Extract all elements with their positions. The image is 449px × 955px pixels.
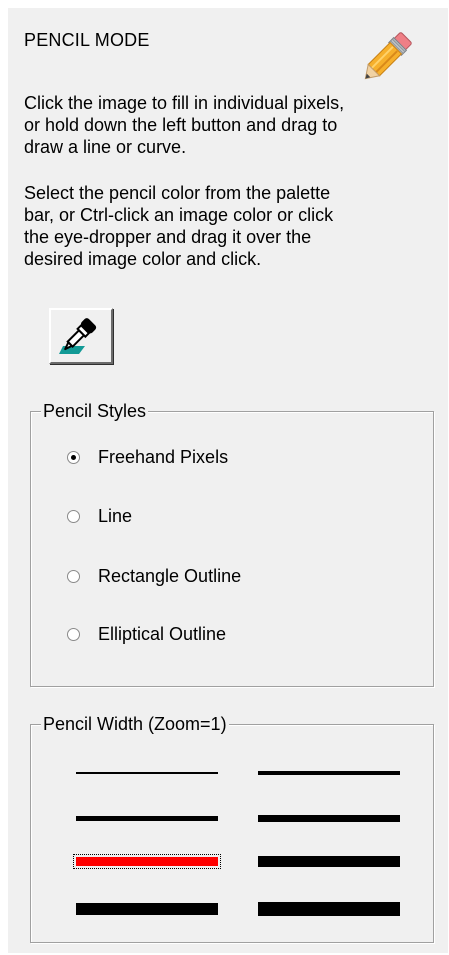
pencil-width-option[interactable]: [76, 772, 218, 774]
radio-label: Elliptical Outline: [98, 624, 227, 644]
radio-elliptical-outline[interactable]: Elliptical Outline: [67, 622, 226, 646]
instructions-text: Click the image to fill in individual pi…: [24, 92, 344, 158]
color-instructions-text: Select the pencil color from the palette…: [24, 182, 333, 270]
pencil-width-option[interactable]: [258, 771, 400, 775]
pencil-width-option[interactable]: [258, 815, 400, 822]
pencil-width-legend: Pencil Width (Zoom=1): [41, 713, 229, 735]
radio-button-icon[interactable]: [67, 450, 80, 464]
radio-button-icon[interactable]: [67, 569, 80, 583]
pencil-icon: [352, 20, 424, 92]
instructions-line: draw a line or curve.: [24, 137, 187, 157]
color-instructions-line: desired image color and click.: [24, 249, 262, 269]
instructions-line: or hold down the left button and drag to: [24, 115, 338, 135]
pencil-width-option[interactable]: [73, 854, 221, 869]
pencil-width-group: Pencil Width (Zoom=1): [30, 713, 434, 943]
pencil-width-option[interactable]: [258, 902, 400, 916]
panel-title: PENCIL MODE: [24, 30, 150, 50]
color-instructions-line: Select the pencil color from the palette: [24, 183, 331, 203]
pencil-width-option[interactable]: [258, 856, 400, 867]
radio-freehand-pixels[interactable]: Freehand Pixels: [67, 445, 228, 469]
color-instructions-line: bar, or Ctrl-click an image color or cli…: [24, 205, 334, 225]
radio-label: Rectangle Outline: [98, 566, 242, 586]
radio-button-icon[interactable]: [67, 509, 80, 523]
pencil-styles-group: Pencil Styles Freehand Pixels Line Recta…: [30, 400, 434, 687]
pencil-width-option[interactable]: [76, 816, 218, 821]
radio-label: Freehand Pixels: [98, 447, 229, 467]
color-instructions-line: the eye-dropper and drag it over the: [24, 227, 312, 247]
radio-rectangle-outline[interactable]: Rectangle Outline: [67, 564, 241, 588]
eyedropper-button[interactable]: [49, 308, 113, 364]
pencil-width-option[interactable]: [76, 903, 218, 915]
radio-label: Line: [98, 506, 133, 526]
eyedropper-icon: [59, 318, 97, 354]
pencil-styles-legend: Pencil Styles: [41, 400, 149, 422]
instructions-line: Click the image to fill in individual pi…: [24, 93, 345, 113]
radio-line[interactable]: Line: [67, 504, 132, 528]
radio-button-icon[interactable]: [67, 627, 80, 641]
